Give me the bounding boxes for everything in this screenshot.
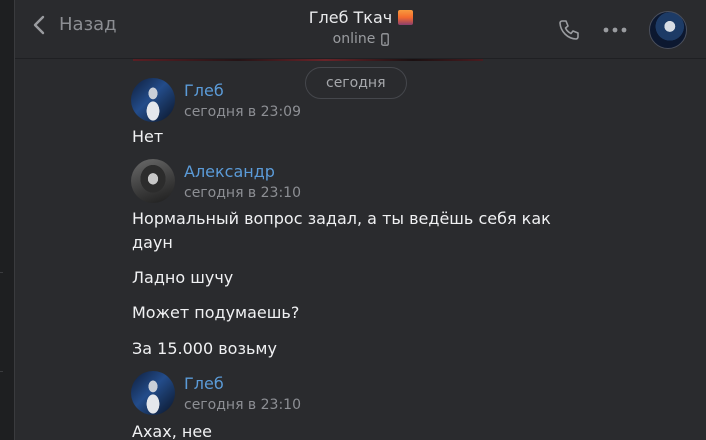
more-icon[interactable]	[603, 26, 627, 34]
author-name[interactable]: Александр	[184, 162, 275, 181]
message-text: Может подумаешь?	[132, 303, 300, 322]
online-status: online	[332, 31, 376, 47]
contact-name: Глеб Ткач	[308, 8, 393, 27]
sunset-emoji-icon	[398, 10, 414, 25]
header-actions	[557, 11, 687, 49]
date-separator: сегодня	[305, 67, 407, 99]
message-text: За 15.000 возьму	[132, 339, 277, 358]
message-time: сегодня в 23:10	[184, 185, 301, 201]
edge-tick	[0, 371, 3, 372]
message-text: Ахах, нее	[132, 422, 213, 440]
contact-avatar[interactable]	[649, 11, 687, 49]
mobile-icon	[381, 32, 390, 46]
chat-window: Назад Глеб Ткач online сегодня Глеб сего…	[14, 0, 706, 440]
message-feed[interactable]: сегодня Глеб сегодня в 23:09 Нет Алексан…	[15, 58, 706, 440]
message-text: Нормальный вопрос задал, а ты ведёшь себ…	[132, 209, 551, 252]
author-name[interactable]: Глеб	[184, 374, 224, 393]
message-text: Ладно шучу	[132, 268, 234, 287]
chat-header: Назад Глеб Ткач online	[15, 0, 706, 59]
message-text: Нет	[132, 127, 164, 146]
message-time: сегодня в 23:09	[184, 104, 301, 120]
avatar[interactable]	[131, 159, 175, 203]
edge-tick	[0, 272, 3, 273]
author-name[interactable]: Глеб	[184, 81, 224, 100]
phone-icon[interactable]	[557, 18, 581, 42]
avatar[interactable]	[131, 371, 175, 415]
message-time: сегодня в 23:10	[184, 397, 301, 413]
avatar[interactable]	[131, 78, 175, 122]
